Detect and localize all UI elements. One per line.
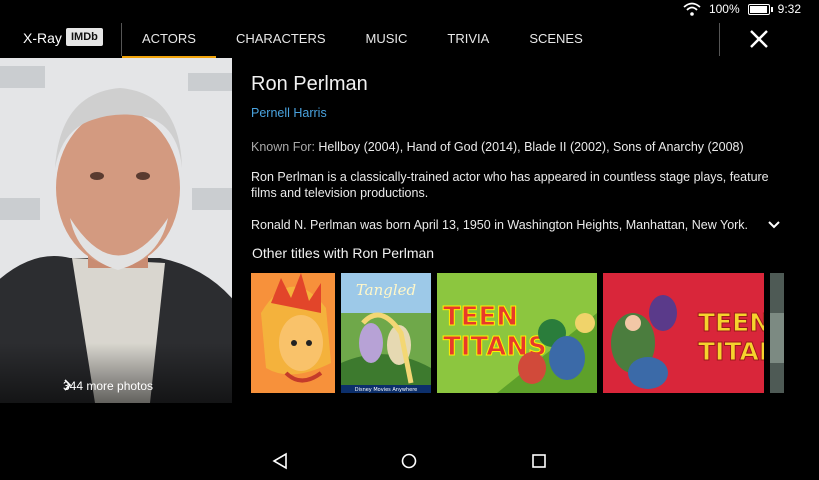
more-photos-label: 344 more photos (63, 379, 154, 393)
actor-photo[interactable]: 344 more photos (0, 58, 232, 403)
known-for: Known For: Hellboy (2004), Hand of God (… (251, 140, 744, 154)
tab-trivia[interactable]: TRIVIA (427, 20, 509, 58)
title-thumbnail[interactable]: Tangled Disney Movies Anywhere (341, 273, 431, 393)
chevron-right-icon (64, 379, 71, 391)
xray-label: X-Ray (23, 30, 62, 46)
tab-scenes[interactable]: SCENES (509, 20, 602, 58)
wifi-icon (683, 2, 701, 16)
status-indicators: 100% 9:32 (683, 2, 801, 16)
title-thumbnail[interactable]: TEEN TITANS (603, 273, 764, 393)
system-nav-bar (0, 440, 819, 480)
xray-header: X-Ray IMDb ACTORS CHARACTERS MUSIC TRIVI… (0, 20, 819, 58)
title-thumbnail[interactable] (770, 273, 784, 393)
close-icon[interactable] (746, 26, 772, 52)
battery-icon (747, 3, 773, 15)
tab-music[interactable]: MUSIC (346, 20, 428, 58)
title-thumbnail[interactable]: TEEN TITANS (437, 273, 597, 393)
home-icon[interactable] (400, 452, 418, 470)
poster-title: Tangled (356, 281, 416, 299)
back-icon[interactable] (271, 452, 289, 470)
title-poster: TEEN TITANS (437, 273, 597, 393)
more-photos-link[interactable]: 344 more photos (63, 379, 153, 393)
svg-text:TEEN: TEEN (443, 302, 518, 332)
chevron-down-icon[interactable] (766, 219, 782, 231)
recent-apps-icon[interactable] (530, 452, 548, 470)
title-poster (770, 273, 784, 393)
bio-paragraph: Ronald N. Perlman was born April 13, 195… (251, 218, 749, 232)
title-poster (251, 273, 335, 393)
divider (719, 23, 720, 56)
status-bar: 100% 9:32 (0, 0, 819, 20)
bio-paragraph: Ron Perlman is a classically-trained act… (251, 170, 769, 200)
imdb-logo: IMDb (66, 28, 103, 46)
battery-percent: 100% (708, 2, 740, 16)
other-titles-heading: Other titles with Ron Perlman (252, 245, 435, 261)
title-poster: TEEN TITANS (603, 273, 764, 393)
title-thumbnail[interactable] (251, 273, 335, 393)
svg-text:TEEN: TEEN (698, 308, 764, 337)
tab-characters[interactable]: CHARACTERS (216, 20, 346, 58)
tab-bar: ACTORS CHARACTERS MUSIC TRIVIA SCENES (122, 20, 603, 58)
photo-gradient (0, 343, 232, 403)
known-for-titles: Hellboy (2004), Hand of God (2014), Blad… (318, 140, 744, 154)
known-for-label: Known For: (251, 140, 315, 154)
clock: 9:32 (777, 2, 801, 16)
title-poster: Tangled Disney Movies Anywhere (341, 273, 431, 393)
actor-name: Ron Perlman (251, 73, 368, 95)
character-link[interactable]: Pernell Harris (251, 106, 327, 120)
svg-text:TITANS: TITANS (698, 337, 764, 366)
tab-actors[interactable]: ACTORS (122, 20, 216, 58)
poster-caption: Disney Movies Anywhere (355, 387, 418, 393)
